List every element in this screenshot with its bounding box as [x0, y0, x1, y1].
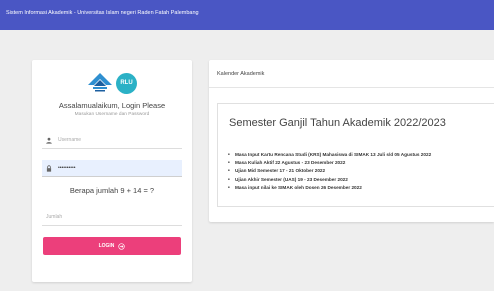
password-input[interactable]	[58, 162, 178, 174]
top-navbar: Sistem Informasi Akademik - Universitas …	[0, 0, 494, 30]
list-item: Ujian Akhir Semester (UAS) 19 - 23 Desem…	[227, 176, 494, 184]
captcha-question: Berapa jumlah 9 + 14 = ?	[69, 186, 155, 195]
university-logo-icon	[88, 73, 112, 92]
answer-input[interactable]	[46, 211, 166, 223]
login-card: RLU Assalamualaikum, Login Please Masuka…	[32, 60, 192, 282]
username-field[interactable]	[42, 132, 182, 149]
list-item: Masa Kuliah Aktif 22 Agustus - 23 Desemb…	[227, 159, 494, 167]
lock-icon	[46, 164, 52, 172]
list-item: Masa input nilai ke SIMAK oleh Dosen 26 …	[227, 184, 494, 192]
calendar-header: Kalender Akademik	[209, 60, 494, 88]
rlu-logo-text: RLU	[120, 80, 133, 86]
list-item: Masa Input Kartu Rencana Studi (KRS) Mah…	[227, 151, 494, 159]
answer-field[interactable]	[42, 209, 182, 226]
login-subtitle: Masukan Username dan Password	[74, 112, 150, 117]
list-item: Ujian Mid Semester 17 - 21 Oktober 2022	[227, 167, 494, 175]
calendar-title: Kalender Akademik	[217, 71, 265, 77]
calendar-card: Kalender Akademik Semester Ganjil Tahun …	[209, 60, 494, 222]
app-title: Sistem Informasi Akademik - Universitas …	[6, 10, 199, 16]
rlu-logo: RLU	[116, 72, 137, 94]
login-greeting: Assalamualaikum, Login Please	[58, 101, 166, 110]
semester-title: Semester Ganjil Tahun Akademik 2022/2023	[229, 117, 446, 129]
logo-row: RLU	[32, 72, 192, 94]
user-icon	[46, 137, 52, 144]
username-input[interactable]	[58, 134, 178, 146]
password-field[interactable]	[42, 160, 182, 177]
schedule-list: Masa Input Kartu Rencana Studi (KRS) Mah…	[227, 151, 494, 192]
arrow-circle-right-icon	[118, 242, 126, 250]
semester-panel: Semester Ganjil Tahun Akademik 2022/2023…	[217, 103, 494, 207]
login-button-label: LOGIN	[98, 243, 115, 249]
login-button[interactable]: LOGIN	[43, 237, 181, 255]
